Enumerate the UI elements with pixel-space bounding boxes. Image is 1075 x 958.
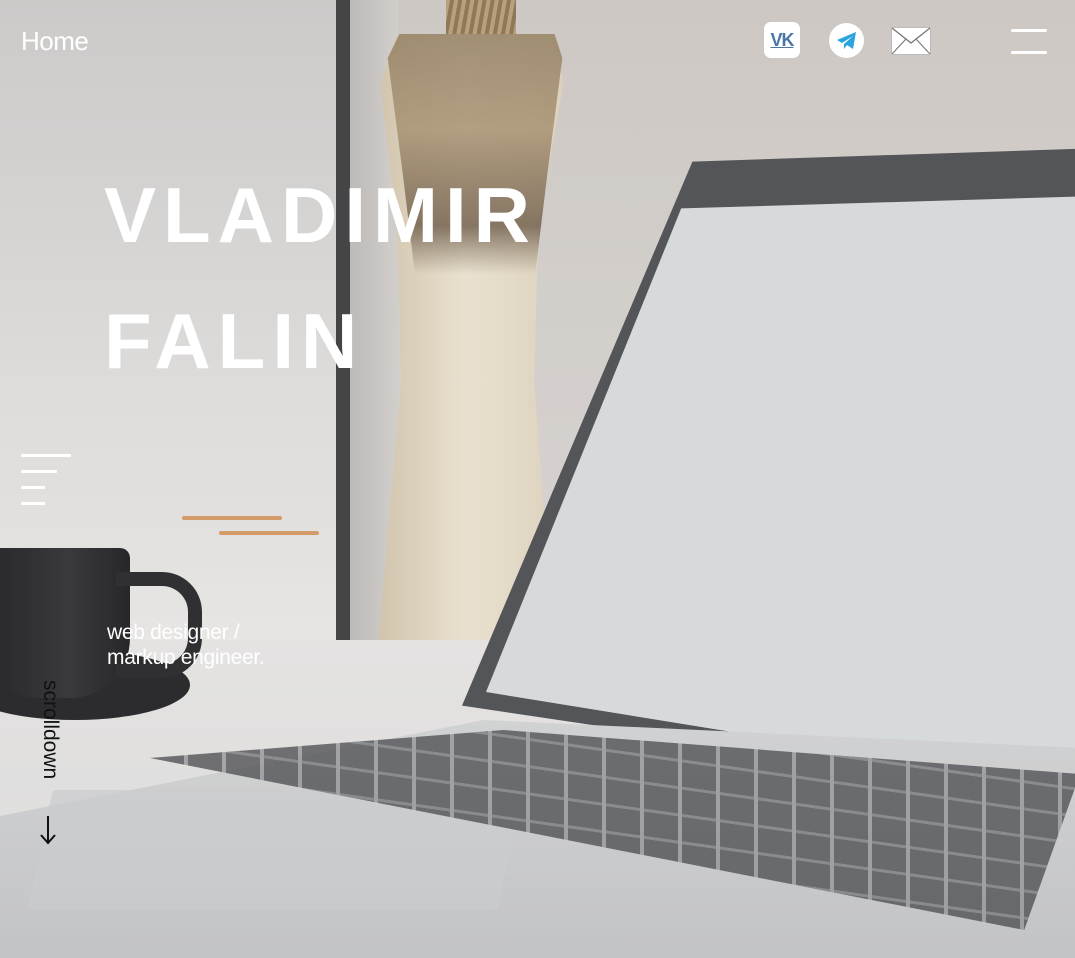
menu-line — [21, 454, 71, 457]
side-menu-icon[interactable] — [21, 452, 73, 508]
role-line-2: markup engineer. — [107, 646, 265, 669]
accent-line-top — [182, 516, 282, 520]
role-text: web designer / markup engineer. — [107, 620, 265, 670]
telegram-plane-glyph — [836, 31, 856, 49]
menu-line — [1011, 29, 1047, 32]
scroll-down-label: scrolldown — [39, 680, 62, 780]
arrow-down-icon — [38, 814, 58, 852]
home-link[interactable]: Home — [21, 26, 89, 57]
arrow-down-glyph — [40, 816, 56, 845]
scroll-down-button[interactable]: scrolldown — [28, 680, 68, 850]
photo-overlay — [0, 0, 1075, 958]
hero-background-photo — [0, 0, 1075, 958]
menu-line — [21, 486, 45, 489]
role-line-1: web designer / — [107, 621, 240, 644]
envelope-glyph — [891, 27, 931, 55]
hero-first-name: VLADIMIR — [104, 171, 537, 259]
mail-icon[interactable] — [891, 27, 931, 55]
hamburger-menu-icon[interactable] — [1011, 28, 1047, 56]
accent-line-bottom — [219, 531, 319, 535]
menu-line — [21, 502, 45, 505]
hero-last-name: FALIN — [104, 297, 365, 385]
menu-line — [21, 470, 57, 473]
menu-line — [1011, 51, 1047, 54]
telegram-icon[interactable] — [829, 23, 864, 58]
vk-icon[interactable]: VK — [764, 22, 800, 58]
